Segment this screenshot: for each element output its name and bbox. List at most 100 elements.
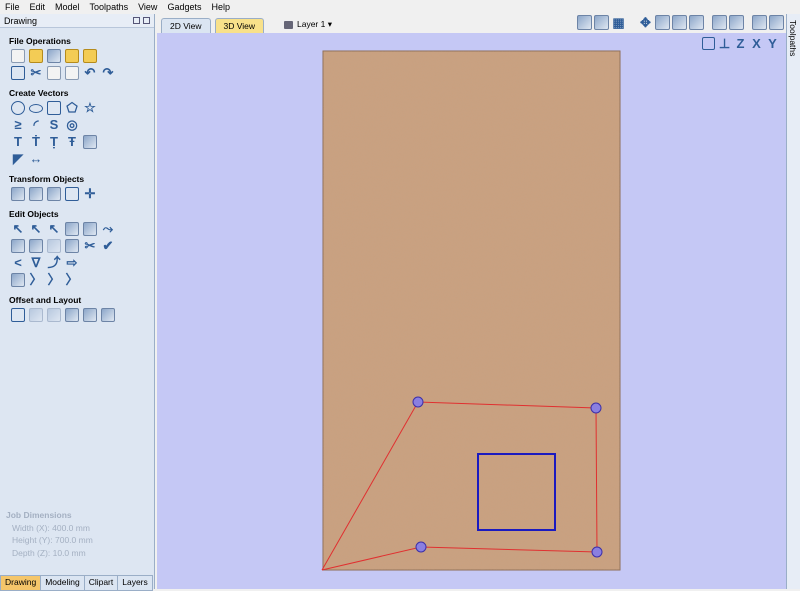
text-arc-icon[interactable]: Ŧ bbox=[65, 135, 79, 149]
zoom-out-icon[interactable] bbox=[672, 15, 687, 30]
layer-selector[interactable]: Layer 1 ▾ bbox=[284, 19, 332, 30]
menu-edit[interactable]: Edit bbox=[25, 0, 51, 14]
draw-circle-icon[interactable] bbox=[11, 101, 25, 115]
view-toolbar: ▦ ✥ bbox=[577, 15, 784, 30]
job-setup-icon[interactable] bbox=[11, 66, 25, 80]
drawing-panel: Drawing File Operations ✂ ↶ ↷ Create Vec… bbox=[0, 14, 155, 591]
toolpaths-side-tab[interactable]: Toolpaths bbox=[786, 14, 800, 589]
menu-gadgets[interactable]: Gadgets bbox=[162, 0, 206, 14]
section-title-file-operations: File Operations bbox=[9, 36, 71, 46]
join-icon[interactable]: ⤳ bbox=[101, 222, 115, 236]
zoom-fit-icon[interactable] bbox=[689, 15, 704, 30]
draw-spiral-icon[interactable]: ◎ bbox=[65, 118, 79, 132]
job-dimensions-title: Job Dimensions bbox=[6, 510, 72, 520]
align-icon[interactable] bbox=[29, 187, 43, 201]
draw-text-boxed-icon[interactable]: Ṫ bbox=[29, 135, 43, 149]
transform-objects-row: ✛ bbox=[11, 187, 154, 201]
move-icon[interactable] bbox=[11, 187, 25, 201]
menu-help[interactable]: Help bbox=[206, 0, 235, 14]
tab-2d-view[interactable]: 2D View bbox=[161, 18, 211, 33]
node-edit-icon[interactable]: ↖ bbox=[29, 222, 43, 236]
cut-icon[interactable]: ✂ bbox=[29, 66, 43, 80]
3d-viewport[interactable]: ⊥ Z X Y bbox=[157, 33, 787, 589]
fillet-icon[interactable]: ◤ bbox=[11, 152, 25, 166]
select-icon[interactable]: ↖ bbox=[11, 222, 25, 236]
draw-text-icon[interactable]: T bbox=[11, 135, 25, 149]
measure-icon[interactable]: ↔ bbox=[29, 152, 43, 166]
circular-copy-icon[interactable] bbox=[65, 308, 79, 322]
draw-star-icon[interactable]: ☆ bbox=[83, 101, 97, 115]
split-view-icon[interactable] bbox=[752, 15, 767, 30]
zoom-extents-icon[interactable] bbox=[577, 15, 592, 30]
interactive-select-icon[interactable]: ↖ bbox=[47, 222, 61, 236]
intersect-icon[interactable] bbox=[47, 239, 61, 253]
edit-objects-row-2: ✂ ✔ bbox=[11, 239, 154, 253]
draw-polygon-icon[interactable]: ⬠ bbox=[65, 101, 79, 115]
offset-icon[interactable] bbox=[11, 308, 25, 322]
fillet-corners-icon[interactable] bbox=[11, 273, 25, 287]
menu-model[interactable]: Model bbox=[50, 0, 85, 14]
rotate-view-icon[interactable] bbox=[712, 15, 727, 30]
zoom-in-icon[interactable] bbox=[655, 15, 670, 30]
redo-icon[interactable]: ↷ bbox=[101, 66, 115, 80]
undo-icon[interactable]: ↶ bbox=[83, 66, 97, 80]
chevron-right-alt-icon[interactable]: 〉 bbox=[65, 273, 79, 287]
pan-icon[interactable]: ✥ bbox=[638, 15, 653, 30]
step-repeat-icon[interactable] bbox=[101, 308, 115, 322]
arrow-icon[interactable]: ⇨ bbox=[65, 256, 79, 270]
edit-objects-row-3: < ∇ ⤴ ⇨ bbox=[11, 256, 154, 270]
draw-ellipse-icon[interactable] bbox=[29, 104, 43, 113]
draw-rectangle-icon[interactable] bbox=[47, 101, 61, 115]
ruler-icon[interactable] bbox=[729, 15, 744, 30]
draw-arc-icon[interactable]: ◜ bbox=[29, 118, 43, 132]
copy-icon[interactable] bbox=[47, 66, 61, 80]
file-operations-row-1 bbox=[11, 49, 154, 63]
panel-pin-controls bbox=[133, 17, 150, 24]
tile-view-icon[interactable] bbox=[769, 15, 784, 30]
open-folder-icon[interactable] bbox=[65, 49, 79, 63]
group-icon[interactable] bbox=[65, 222, 79, 236]
zoom-box-icon[interactable] bbox=[594, 15, 609, 30]
smooth-icon[interactable]: ⤴ bbox=[47, 256, 61, 270]
scene-svg bbox=[321, 50, 621, 571]
nesting-icon[interactable] bbox=[29, 308, 43, 322]
import-icon[interactable] bbox=[83, 49, 97, 63]
set-size-icon[interactable] bbox=[65, 187, 79, 201]
open-bracket-icon[interactable]: 〉 bbox=[29, 273, 43, 287]
ungroup-icon[interactable] bbox=[83, 222, 97, 236]
close-vector-icon[interactable]: < bbox=[11, 256, 25, 270]
scale-icon[interactable] bbox=[47, 187, 61, 201]
marker-top-right bbox=[590, 402, 602, 414]
chevron-right-icon[interactable]: 〉 bbox=[47, 273, 61, 287]
paste-icon[interactable] bbox=[65, 66, 79, 80]
menu-toolpaths[interactable]: Toolpaths bbox=[85, 0, 134, 14]
edit-objects-row-1: ↖ ↖ ↖ ⤳ bbox=[11, 222, 154, 236]
menu-view[interactable]: View bbox=[133, 0, 162, 14]
grid-copy-icon[interactable] bbox=[83, 308, 97, 322]
mirror-icon[interactable]: ∇ bbox=[29, 256, 43, 270]
pin-icon[interactable] bbox=[143, 17, 150, 24]
draw-polyline-icon[interactable]: ≥ bbox=[11, 118, 25, 132]
curve-fit-icon[interactable]: ✔ bbox=[101, 239, 115, 253]
array-copy-icon[interactable] bbox=[47, 308, 61, 322]
weld-icon[interactable] bbox=[11, 239, 25, 253]
text-on-curve-icon[interactable]: Ṭ bbox=[47, 135, 61, 149]
menu-file[interactable]: File bbox=[0, 0, 25, 14]
new-file-icon[interactable] bbox=[11, 49, 25, 63]
offset-layout-row bbox=[11, 308, 154, 322]
trim-icon[interactable] bbox=[65, 239, 79, 253]
dimension-icon[interactable] bbox=[83, 135, 97, 149]
tab-3d-view[interactable]: 3D View bbox=[214, 18, 264, 33]
grid-icon[interactable]: ▦ bbox=[611, 15, 626, 30]
save-icon[interactable] bbox=[47, 49, 61, 63]
subtract-icon[interactable] bbox=[29, 239, 43, 253]
open-file-icon[interactable] bbox=[29, 49, 43, 63]
transform-center-icon[interactable]: ✛ bbox=[83, 187, 97, 201]
section-title-edit-objects: Edit Objects bbox=[9, 209, 59, 219]
draw-curve-icon[interactable]: S bbox=[47, 118, 61, 132]
marker-bottom-right bbox=[591, 546, 603, 558]
section-title-offset-and-layout: Offset and Layout bbox=[9, 295, 82, 305]
scissors-icon[interactable]: ✂ bbox=[83, 239, 97, 253]
dock-icon[interactable] bbox=[133, 17, 140, 24]
job-dimensions: Job Dimensions Width (X): 400.0 mm Heigh… bbox=[6, 509, 93, 559]
